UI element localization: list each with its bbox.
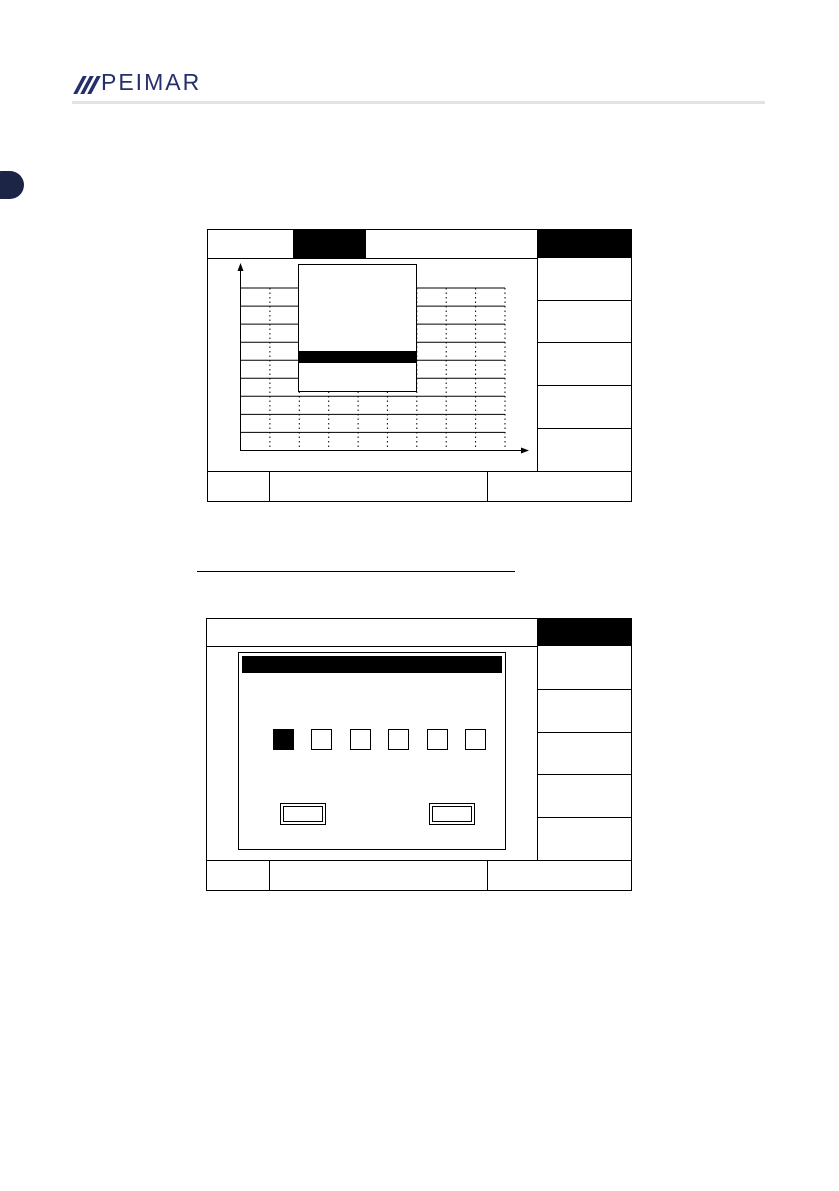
digit-box[interactable] (388, 729, 410, 750)
softkey-1[interactable] (538, 259, 632, 300)
softkey-4[interactable] (538, 775, 632, 817)
status-bar-separator (487, 471, 488, 502)
softkey-2[interactable] (538, 690, 632, 732)
tab-separator (365, 229, 366, 258)
popup-menu-item[interactable] (299, 363, 416, 387)
popup-menu-item[interactable] (299, 291, 416, 313)
cancel-button[interactable] (429, 803, 475, 825)
page-side-tab (0, 171, 24, 199)
popup-menu (298, 264, 417, 392)
status-bar-divider (207, 471, 632, 472)
ok-button-inner-frame (283, 806, 323, 822)
softkey-5[interactable] (538, 429, 632, 471)
header-divider (72, 101, 765, 104)
softkey-3[interactable] (538, 343, 632, 385)
tab-selected[interactable] (293, 229, 365, 258)
softkey-4[interactable] (538, 386, 632, 428)
menu-header-block (537, 618, 632, 646)
screen-chart (207, 229, 632, 502)
x-axis-arrow-icon (521, 447, 529, 454)
status-bar-separator (269, 471, 270, 502)
screen-password (206, 618, 632, 891)
popup-menu-item-highlighted[interactable] (299, 351, 416, 363)
digit-box-active[interactable] (273, 729, 294, 750)
password-dialog (238, 652, 506, 850)
softkey-5[interactable] (538, 818, 632, 860)
softkey-2[interactable] (538, 301, 632, 342)
digit-box[interactable] (465, 729, 486, 750)
softkey-3[interactable] (538, 733, 632, 774)
popup-menu-item[interactable] (299, 335, 416, 351)
menu-header-block (537, 229, 632, 258)
y-axis-arrow-icon (237, 263, 244, 271)
digit-box[interactable] (426, 729, 448, 750)
dialog-title-bar (242, 656, 502, 673)
section-underline (197, 571, 515, 572)
cancel-button-inner-frame (432, 806, 472, 822)
ok-button[interactable] (280, 803, 326, 825)
digit-box[interactable] (311, 729, 333, 750)
status-bar-separator (487, 860, 488, 891)
softkey-1[interactable] (538, 647, 632, 689)
popup-menu-item[interactable] (299, 269, 416, 291)
digit-box[interactable] (349, 729, 371, 750)
brand-name: PEIMAR (101, 69, 202, 95)
top-bar-divider (206, 646, 537, 647)
popup-menu-item[interactable] (299, 313, 416, 335)
status-bar-separator (269, 860, 270, 891)
